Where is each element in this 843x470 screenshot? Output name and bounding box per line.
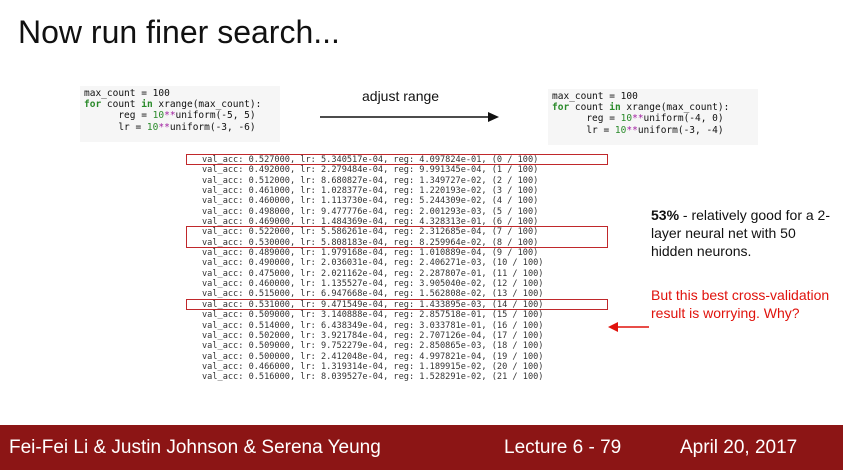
code-keyword: in <box>141 99 153 111</box>
warning-note: But this best cross-validation result is… <box>651 287 830 321</box>
result-row: val_acc: 0.516000, lr: 8.039527e-04, reg… <box>202 372 544 383</box>
code-line: max_count = 100 <box>84 88 170 99</box>
code-text: reg = <box>84 110 153 122</box>
code-text: uniform(-4, 0) <box>643 113 724 125</box>
code-text: xrange(max_count): <box>620 102 730 114</box>
code-operator: ** <box>158 121 170 133</box>
code-keyword: in <box>609 102 621 114</box>
highlight-box <box>186 226 608 249</box>
code-operator: ** <box>164 110 176 122</box>
result-note: 53% - relatively good for a 2-layer neur… <box>651 206 841 260</box>
results-log: val_acc: 0.527000, lr: 5.340517e-04, reg… <box>202 155 602 383</box>
code-text: reg = <box>552 113 621 125</box>
code-text: uniform(-3, -4) <box>637 124 724 136</box>
result-row: val_acc: 0.460000, lr: 1.113730e-04, reg… <box>202 196 539 207</box>
code-keyword: for <box>84 99 102 111</box>
result-row: val_acc: 0.498000, lr: 9.477776e-04, reg… <box>202 206 539 217</box>
result-row: val_acc: 0.512000, lr: 8.680827e-04, reg… <box>202 175 539 186</box>
left-arrow-icon <box>608 322 649 332</box>
code-text: uniform(-3, -6) <box>169 121 256 133</box>
code-operator: ** <box>626 124 638 136</box>
code-text: xrange(max_count): <box>152 99 262 111</box>
code-text: lr = <box>84 121 147 133</box>
slide-title: Now run finer search... <box>18 14 340 50</box>
code-text: lr = <box>552 124 615 136</box>
footer-authors: Fei-Fei Li & Justin Johnson & Serena Yeu… <box>9 437 381 458</box>
code-number: 10 <box>620 113 633 125</box>
code-block-adjusted: max_count = 100 for count in xrange(max_… <box>548 89 758 145</box>
code-operator: ** <box>632 113 644 125</box>
footer-date: April 20, 2017 <box>680 437 798 458</box>
code-line: max_count = 100 <box>552 91 638 102</box>
result-row: val_acc: 0.466000, lr: 1.319314e-04, reg… <box>202 361 544 372</box>
result-row: val_acc: 0.475000, lr: 2.021162e-04, reg… <box>202 268 544 279</box>
result-row: val_acc: 0.492000, lr: 2.279484e-04, reg… <box>202 165 539 176</box>
adjust-range-label: adjust range <box>362 88 440 104</box>
code-number: 10 <box>146 121 159 133</box>
highlight-box <box>186 154 608 166</box>
result-row: val_acc: 0.502000, lr: 3.921784e-04, reg… <box>202 330 544 341</box>
code-text: count <box>569 102 610 114</box>
code-block-original: max_count = 100 for count in xrange(max_… <box>80 86 280 142</box>
result-row: val_acc: 0.509000, lr: 9.752279e-04, reg… <box>202 341 544 352</box>
result-row: val_acc: 0.461000, lr: 1.028377e-04, reg… <box>202 186 539 197</box>
code-text: count <box>101 99 142 111</box>
footer-lecture: Lecture 6 - 79 <box>504 437 622 458</box>
right-arrow-icon <box>320 112 499 122</box>
accuracy-highlight: 53% <box>651 207 680 223</box>
result-row: val_acc: 0.490000, lr: 2.036031e-04, reg… <box>202 258 544 269</box>
result-row: val_acc: 0.514000, lr: 6.438349e-04, reg… <box>202 320 544 331</box>
result-row: val_acc: 0.509000, lr: 3.140888e-04, reg… <box>202 310 544 321</box>
code-number: 10 <box>614 124 627 136</box>
slide-footer: Fei-Fei Li & Justin Johnson & Serena Yeu… <box>0 425 843 470</box>
highlight-box <box>186 298 608 311</box>
result-row: val_acc: 0.460000, lr: 1.135527e-04, reg… <box>202 279 544 290</box>
result-row: val_acc: 0.489000, lr: 1.979168e-04, reg… <box>202 248 539 259</box>
code-text: uniform(-5, 5) <box>175 110 256 122</box>
code-number: 10 <box>152 110 165 122</box>
result-row: val_acc: 0.500000, lr: 2.412048e-04, reg… <box>202 351 544 362</box>
code-keyword: for <box>552 102 570 114</box>
